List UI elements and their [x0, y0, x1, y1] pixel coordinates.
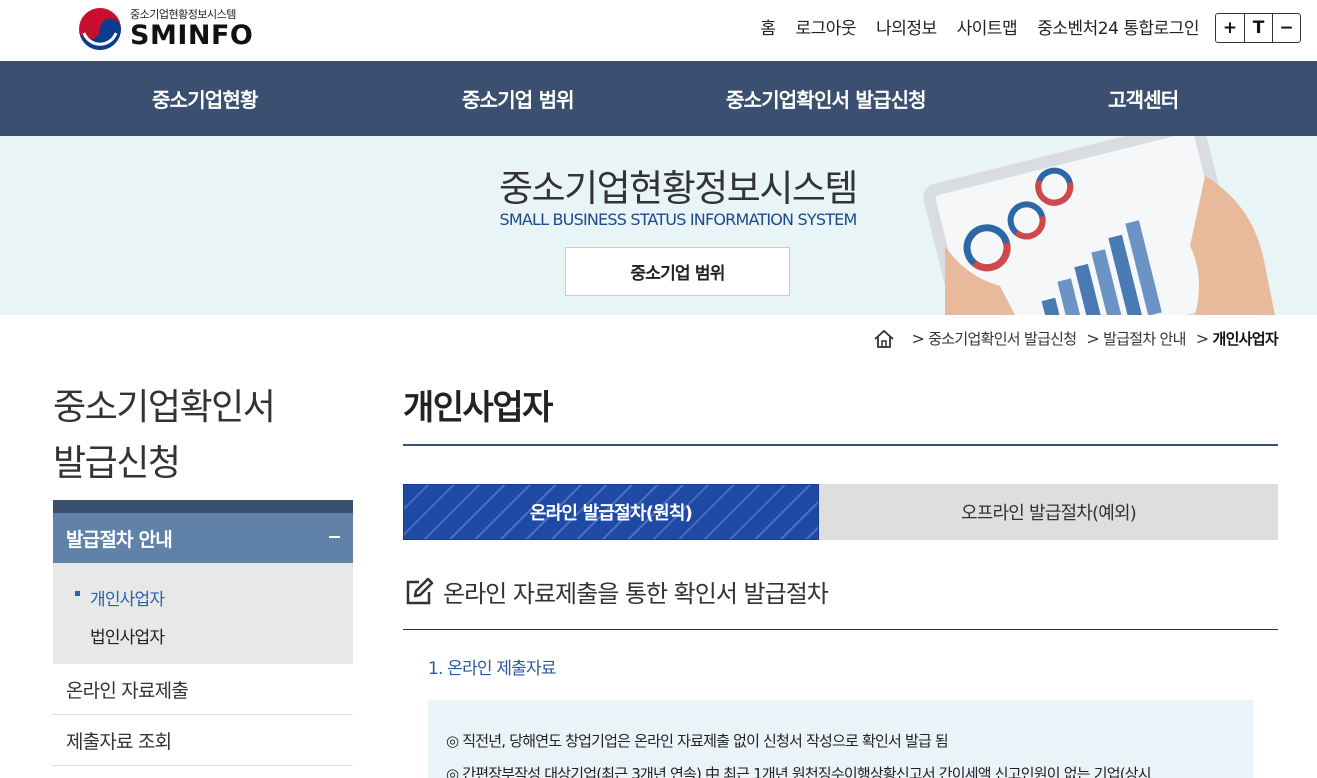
tablet-illustration — [923, 136, 1275, 315]
gnb-item-support[interactable]: 고객센터 — [1108, 61, 1179, 136]
util-link-logout[interactable]: 로그아웃 — [796, 14, 857, 39]
info-line-2: ◎ 간편장부작성 대상기업(최근 3개년 연속) 中 최근 1개년 원천징수이행… — [446, 765, 1152, 778]
lnb-title-line1: 중소기업확인서 — [53, 387, 276, 428]
main-navigation: 중소기업현황 중소기업 범위 중소기업확인서 발급신청 고객센터 — [0, 61, 1317, 136]
chevron-right-icon: > — [1195, 329, 1209, 348]
font-decrease-button[interactable]: − — [1272, 14, 1300, 42]
lnb-title: 중소기업확인서 발급신청 — [53, 380, 353, 492]
font-increase-button[interactable]: + — [1216, 14, 1244, 42]
taegeuk-logo-icon — [79, 8, 121, 50]
breadcrumb-item-certificate[interactable]: 중소기업확인서 발급신청 — [928, 328, 1077, 349]
util-link-myinfo[interactable]: 나의정보 — [876, 14, 937, 39]
lnb-subitem-corporate[interactable]: 법인사업자 — [90, 623, 165, 648]
section-divider — [403, 629, 1278, 630]
lnb-item-procedure[interactable]: 발급절차 안내 — [53, 513, 353, 563]
subhead-online-documents: 1. 온라인 제출자료 — [428, 659, 557, 679]
banner-scope-button[interactable]: 중소기업 범위 — [565, 247, 790, 296]
tab-online-procedure[interactable]: 온라인 발급절차(원칙) — [403, 484, 819, 540]
lnb-item-label: 발급절차 안내 — [66, 528, 173, 551]
lnb-title-line2: 발급신청 — [53, 443, 181, 484]
logo-subtitle: 중소기업현황정보시스템 — [130, 7, 236, 21]
procedure-tabs: 온라인 발급절차(원칙) 오프라인 발급절차(예외) — [403, 484, 1278, 540]
lnb-subitem-individual[interactable]: 개인사업자 — [75, 585, 165, 610]
util-link-integrated-login[interactable]: 중소벤처24 통합로그인 — [1037, 14, 1199, 39]
info-line-1: ◎ 직전년, 당해연도 창업기업은 온라인 자료제출 없이 신청서 작성으로 확… — [446, 732, 949, 750]
page-title: 개인사업자 — [403, 388, 553, 428]
section-title: 온라인 자료제출을 통한 확인서 발급절차 — [403, 574, 829, 609]
util-link-home[interactable]: 홈 — [760, 14, 776, 39]
util-link-sitemap[interactable]: 사이트맵 — [957, 14, 1018, 39]
lnb-submenu: 개인사업자 법인사업자 — [53, 563, 353, 664]
header: 중소기업현황정보시스템 SMINFO 홈 로그아웃 나의정보 사이트맵 중소벤처… — [0, 0, 1317, 61]
edit-icon — [406, 577, 434, 604]
title-divider — [403, 444, 1278, 446]
lnb-top-bar — [53, 500, 353, 513]
lnb-item-submission-lookup[interactable]: 제출자료 조회 — [53, 715, 353, 766]
chevron-right-icon: > — [911, 329, 925, 348]
utility-links: 홈 로그아웃 나의정보 사이트맵 중소벤처24 통합로그인 — [760, 14, 1199, 39]
info-box: ◎ 직전년, 당해연도 창업기업은 온라인 자료제출 없이 신청서 작성으로 확… — [428, 700, 1253, 778]
minus-icon[interactable] — [329, 536, 340, 538]
bullet-icon — [75, 591, 80, 596]
lnb-item-online-submit[interactable]: 온라인 자료제출 — [53, 664, 353, 715]
section-title-text: 온라인 자료제출을 통한 확인서 발급절차 — [443, 580, 829, 608]
breadcrumb-item-procedure[interactable]: 발급절차 안내 — [1103, 328, 1186, 349]
gnb-item-status[interactable]: 중소기업현황 — [152, 61, 258, 136]
logo-title: SMINFO — [130, 19, 254, 51]
gnb-item-certificate[interactable]: 중소기업확인서 발급신청 — [726, 61, 927, 136]
tab-offline-procedure[interactable]: 오프라인 발급절차(예외) — [819, 484, 1278, 540]
gnb-item-scope[interactable]: 중소기업 범위 — [462, 61, 575, 136]
chevron-right-icon: > — [1086, 329, 1100, 348]
logo[interactable]: 중소기업현황정보시스템 SMINFO — [78, 4, 253, 54]
font-reset-button[interactable]: T — [1244, 14, 1272, 42]
lnb-subitem-label: 개인사업자 — [90, 590, 165, 610]
font-size-controls: + T − — [1215, 13, 1301, 43]
breadcrumb-item-current: 개인사업자 — [1212, 330, 1278, 348]
home-icon[interactable] — [873, 329, 895, 349]
breadcrumb: > 중소기업확인서 발급신청 > 발급절차 안내 > 개인사업자 — [873, 328, 1279, 349]
banner: 중소기업현황정보시스템 SMALL BUSINESS STATUS INFORM… — [0, 136, 1317, 315]
